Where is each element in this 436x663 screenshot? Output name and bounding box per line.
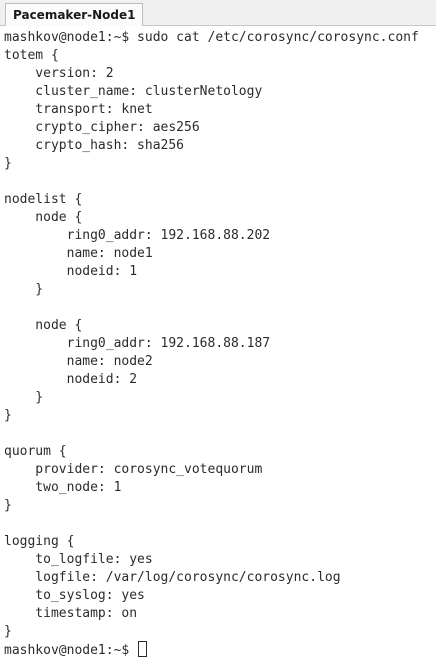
terminal-line: logfile: /var/log/corosync/corosync.log (4, 570, 341, 585)
terminal-line: two_node: 1 (4, 480, 122, 495)
shell-prompt: mashkov@node1:~$ (4, 643, 138, 658)
terminal-line: nodelist { (4, 192, 83, 207)
terminal-line: mashkov@node1:~$ sudo cat /etc/corosync/… (4, 30, 419, 45)
terminal-line: cluster_name: clusterNetology (4, 84, 263, 99)
terminal-line: node { (4, 210, 83, 225)
terminal-line: ring0_addr: 192.168.88.187 (4, 336, 271, 351)
terminal-line: } (4, 156, 12, 171)
terminal-line: ring0_addr: 192.168.88.202 (4, 228, 271, 243)
terminal-line: } (4, 498, 12, 513)
terminal-line: totem { (4, 48, 59, 63)
terminal-line: logging { (4, 534, 75, 549)
prompt-line[interactable]: mashkov@node1:~$ (4, 641, 436, 659)
tab-bar: Pacemaker-Node1 (0, 0, 436, 26)
tab-pacemaker-node1[interactable]: Pacemaker-Node1 (5, 3, 144, 26)
terminal-line: } (4, 282, 44, 297)
terminal-line: to_logfile: yes (4, 552, 153, 567)
terminal-line: to_syslog: yes (4, 588, 145, 603)
terminal-line: transport: knet (4, 102, 153, 117)
text-cursor (138, 641, 148, 657)
terminal-line: } (4, 624, 12, 639)
terminal-line: } (4, 390, 44, 405)
terminal-line: } (4, 408, 12, 423)
terminal-line: timestamp: on (4, 606, 138, 621)
terminal-line: nodeid: 2 (4, 372, 138, 387)
terminal-line: node { (4, 318, 83, 333)
terminal-line: quorum { (4, 444, 67, 459)
terminal-line: nodeid: 1 (4, 264, 138, 279)
terminal-line: crypto_hash: sha256 (4, 138, 185, 153)
terminal-line: version: 2 (4, 66, 114, 81)
terminal-line: provider: corosync_votequorum (4, 462, 263, 477)
terminal-line: crypto_cipher: aes256 (4, 120, 200, 135)
terminal-line: name: node2 (4, 354, 153, 369)
terminal-line: name: node1 (4, 246, 153, 261)
terminal-output[interactable]: mashkov@node1:~$ sudo cat /etc/corosync/… (0, 26, 436, 663)
